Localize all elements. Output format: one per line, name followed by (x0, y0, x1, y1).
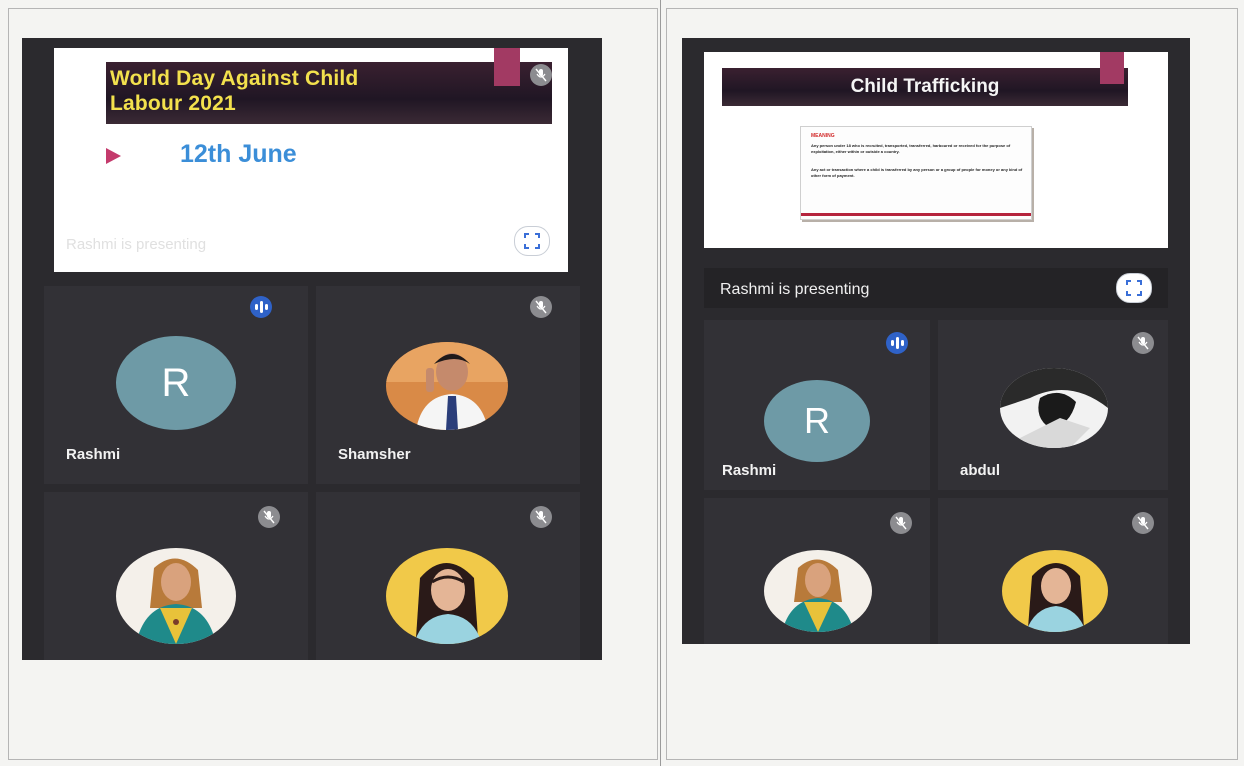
slide-footer-bar (801, 213, 1031, 216)
participant-name: Rashmi (722, 462, 777, 479)
mic-muted-icon (890, 512, 912, 534)
participant-tile-3[interactable] (704, 498, 930, 644)
slide-date: 12th June (180, 140, 297, 168)
avatar: R (764, 380, 870, 462)
participant-name: Rashmi (66, 446, 121, 463)
participant-name: Shamsher (338, 446, 411, 463)
participant-tile-3[interactable] (44, 492, 308, 660)
presentation-slide: World Day Against Child Labour 2021 12th… (54, 48, 568, 272)
fullscreen-button[interactable] (514, 226, 550, 256)
slide-title-line1: World Day Against Child (110, 67, 359, 90)
participant-tile-abdul[interactable]: abdul (938, 320, 1168, 490)
slide-content-image: MEANING Any person under 18 who is recru… (800, 126, 1032, 220)
avatar: R (116, 336, 236, 430)
mic-muted-icon (1132, 512, 1154, 534)
bullet-arrow-icon (106, 148, 121, 164)
mic-muted-icon (530, 64, 552, 86)
avatar (1000, 368, 1108, 448)
speaking-icon (250, 296, 272, 318)
slide-title-line2: Labour 2021 (110, 92, 236, 115)
participant-tile-4[interactable] (938, 498, 1168, 644)
avatar (386, 548, 508, 644)
presenting-bar: Rashmi is presenting (704, 268, 1168, 308)
mic-muted-icon (530, 296, 552, 318)
participant-tile-rashmi[interactable]: R Rashmi (704, 320, 930, 490)
speaking-icon (886, 332, 908, 354)
right-meeting-screenshot: Child Trafficking MEANING Any person und… (682, 38, 1190, 644)
meaning-paragraph-2: Any act or transaction where a child is … (811, 167, 1023, 178)
mic-muted-icon (1132, 332, 1154, 354)
participant-tile-rashmi[interactable]: R Rashmi (44, 286, 308, 484)
page-divider (660, 0, 661, 766)
slide-accent-block (494, 48, 520, 86)
participant-name: abdul (960, 462, 1000, 479)
participant-tile-4[interactable] (316, 492, 580, 660)
mic-muted-icon (530, 506, 552, 528)
presentation-slide: Child Trafficking MEANING Any person und… (704, 52, 1168, 248)
slide-title: Child Trafficking (850, 76, 1000, 97)
participant-tile-shamsher[interactable]: Shamsher (316, 286, 580, 484)
presenting-label: Rashmi is presenting (66, 236, 207, 253)
presenting-label: Rashmi is presenting (720, 281, 870, 298)
avatar (1002, 550, 1108, 632)
left-meeting-screenshot: World Day Against Child Labour 2021 12th… (22, 38, 602, 660)
avatar (764, 550, 872, 632)
mic-muted-icon (258, 506, 280, 528)
avatar (386, 342, 508, 430)
avatar (116, 548, 236, 644)
fullscreen-button[interactable] (1116, 273, 1152, 303)
meaning-heading: MEANING (811, 133, 835, 139)
meaning-paragraph-1: Any person under 18 who is recruited, tr… (811, 143, 1011, 154)
